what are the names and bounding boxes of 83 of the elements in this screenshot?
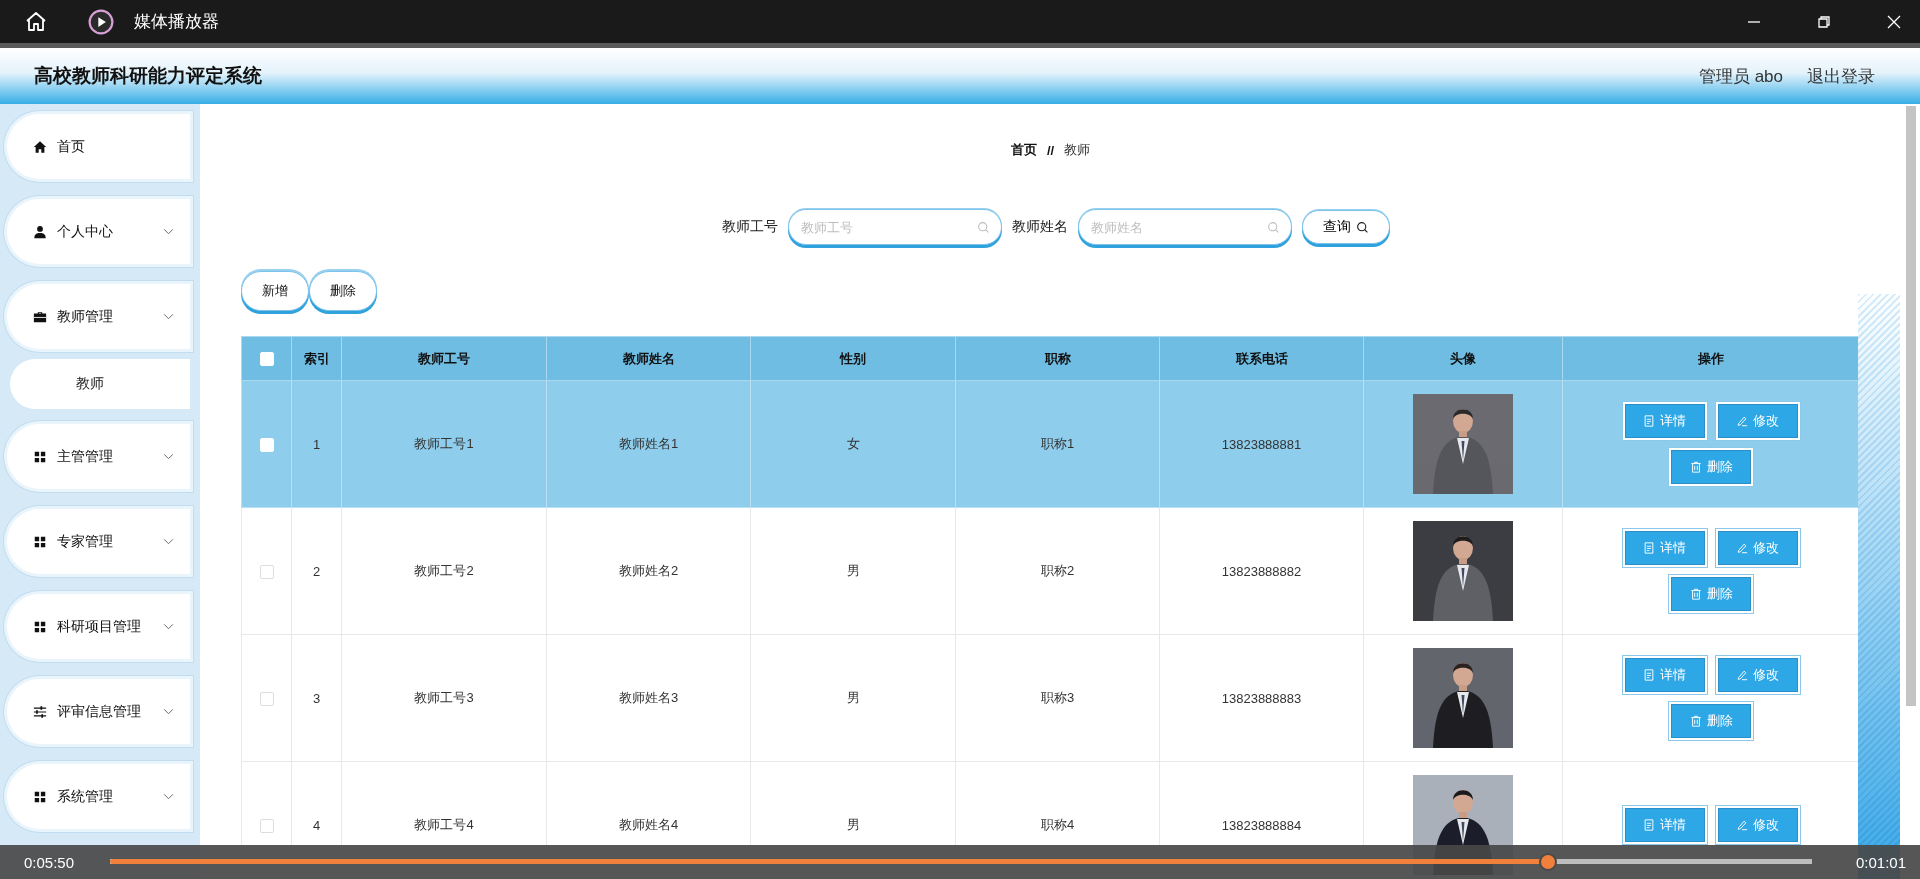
- pencil-icon: [1736, 669, 1748, 681]
- table-cell: 教师工号3: [341, 634, 547, 762]
- document-icon: [1643, 819, 1655, 831]
- column-header: 教师姓名: [546, 336, 751, 381]
- table-cell: 教师工号2: [341, 507, 547, 635]
- grid-icon: [33, 534, 47, 549]
- trash-icon: [1689, 715, 1702, 727]
- delete-button[interactable]: 删除: [309, 271, 377, 311]
- app-title: 高校教师科研能力评定系统: [34, 64, 263, 88]
- search-label: 教师工号: [721, 218, 778, 236]
- table-cell: 2: [291, 507, 342, 635]
- progress-thumb[interactable]: [1539, 853, 1558, 871]
- table-cell: 3: [291, 634, 342, 762]
- table-cell: 教师姓名3: [546, 634, 751, 762]
- breadcrumb-link[interactable]: 首页: [1010, 141, 1037, 159]
- row-checkbox[interactable]: [259, 564, 274, 579]
- table-cell: 职称3: [955, 634, 1160, 762]
- search-icon: [1355, 220, 1369, 234]
- document-icon: [1643, 542, 1655, 554]
- document-icon: [1643, 415, 1655, 427]
- table-cell: 职称1: [955, 380, 1160, 508]
- select-all-checkbox[interactable]: [259, 352, 274, 367]
- pencil-icon: [1736, 819, 1748, 831]
- search-field[interactable]: 教师工号: [787, 209, 1002, 245]
- search-button[interactable]: 查询: [1301, 210, 1390, 244]
- restore-icon[interactable]: [1816, 13, 1832, 30]
- document-icon: [1643, 669, 1655, 681]
- grid-icon: [33, 619, 47, 634]
- table-row[interactable]: 3 教师工号3 教师姓名3 男 职称3 13823888883 详情 修改 删除: [241, 634, 1860, 762]
- play-logo-icon: [88, 8, 114, 35]
- chevron-down-icon: [163, 228, 174, 235]
- chevron-down-icon: [163, 453, 174, 460]
- column-header: 头像: [1363, 336, 1563, 381]
- pencil-icon: [1736, 415, 1748, 427]
- trash-icon: [1689, 461, 1702, 473]
- column-header: 索引: [291, 336, 342, 381]
- table-cell: 教师姓名1: [546, 380, 751, 508]
- breadcrumb-link[interactable]: 教师: [1064, 141, 1091, 159]
- briefcase-icon: [33, 309, 47, 324]
- chevron-down-icon: [163, 538, 174, 545]
- row-checkbox[interactable]: [259, 818, 274, 833]
- sidebar-subitem[interactable]: 教师: [10, 359, 190, 409]
- table-cell: 13823888883: [1159, 634, 1364, 762]
- table-cell: 13823888882: [1159, 507, 1364, 635]
- grid-icon: [33, 449, 47, 464]
- table-cell: 1: [291, 380, 342, 508]
- column-header: 教师工号: [341, 336, 547, 381]
- remaining-time: 0:01:01: [1855, 853, 1906, 871]
- chevron-down-icon: [163, 793, 174, 800]
- sliders-icon: [33, 704, 47, 719]
- logout-link[interactable]: 退出登录: [1807, 64, 1875, 88]
- column-header: 职称: [955, 336, 1160, 381]
- breadcrumb-separator: //: [1046, 142, 1055, 158]
- column-header: 联系电话: [1159, 336, 1364, 381]
- scrollbar[interactable]: [1906, 106, 1916, 706]
- search-icon: [1266, 221, 1280, 234]
- table-cell: 教师工号1: [341, 380, 547, 508]
- search-icon: [976, 221, 990, 234]
- close-icon[interactable]: [1886, 13, 1902, 30]
- table-row[interactable]: 2 教师工号2 教师姓名2 男 职称2 13823888882 详情 修改 删除: [241, 507, 1860, 635]
- grid-icon: [33, 789, 47, 804]
- chevron-down-icon: [163, 623, 174, 630]
- table-cell: 13823888881: [1159, 380, 1364, 508]
- add-button[interactable]: 新增: [241, 271, 309, 311]
- table-cell: 男: [750, 634, 956, 762]
- user-icon: [33, 224, 47, 239]
- row-checkbox[interactable]: [259, 691, 274, 706]
- table-cell: 女: [750, 380, 956, 508]
- home-icon: [33, 139, 47, 154]
- table-cell: 教师姓名2: [546, 507, 751, 635]
- table-cell: 职称2: [955, 507, 1160, 635]
- window-title: 媒体播放器: [134, 11, 219, 33]
- user-label: 管理员 abo: [1698, 65, 1783, 88]
- pencil-icon: [1736, 542, 1748, 554]
- search-field[interactable]: 教师姓名: [1077, 209, 1292, 245]
- elapsed-time: 0:05:50: [24, 853, 75, 871]
- chevron-down-icon: [163, 708, 174, 715]
- trash-icon: [1689, 588, 1702, 600]
- chevron-down-icon: [163, 313, 174, 320]
- column-header: 性别: [750, 336, 956, 381]
- table-cell: 男: [750, 507, 956, 635]
- home-icon[interactable]: [24, 9, 48, 34]
- search-label: 教师姓名: [1011, 218, 1068, 236]
